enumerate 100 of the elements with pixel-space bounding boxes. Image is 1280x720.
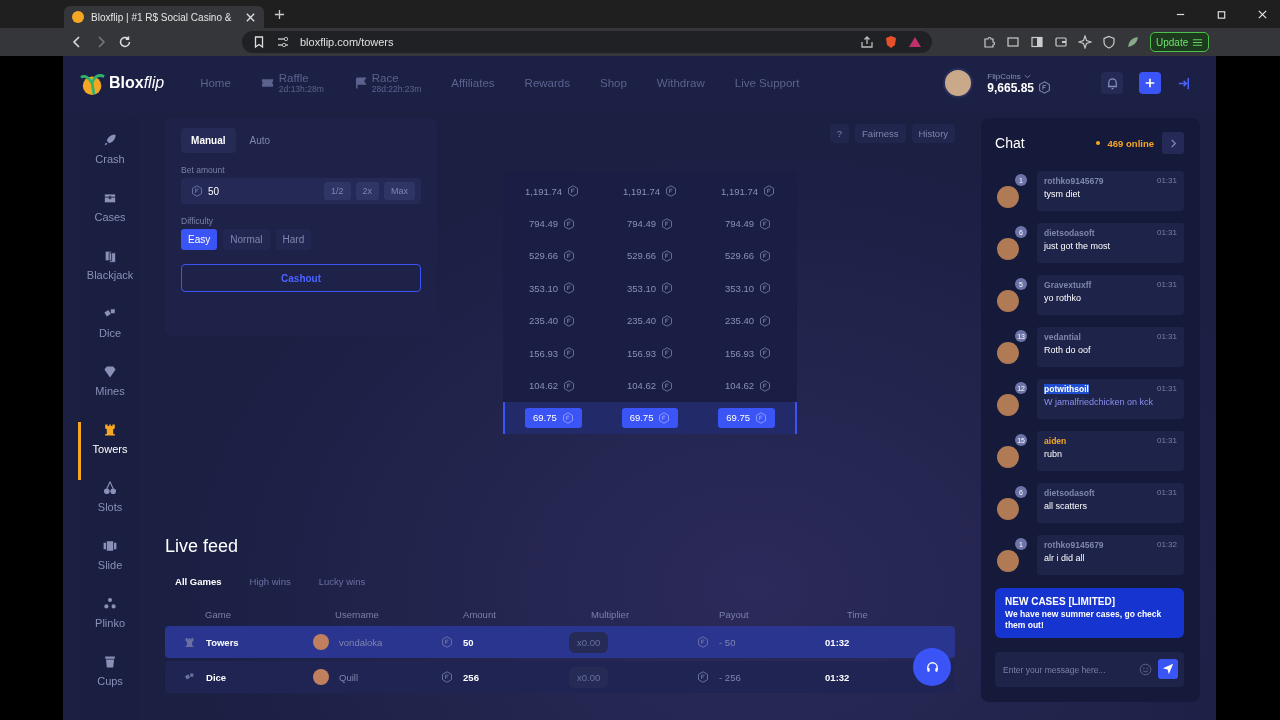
banner-title: NEW CASES [LIMITED] (1005, 596, 1117, 607)
tower-tile[interactable]: 156.93 (521, 343, 584, 364)
banner-text: We have new summer cases, go check them out! (1005, 609, 1163, 631)
sidebar-item[interactable]: Mines (78, 364, 140, 422)
table-cell: - 256 (719, 671, 741, 683)
chat-title: Chat (995, 135, 1025, 151)
feed-tab[interactable]: High wins (239, 571, 301, 592)
tower-tile[interactable]: 69.75 (718, 407, 776, 428)
announcement-banner[interactable]: NEW CASES [LIMITED] We have new summer cases, go check them out! (995, 588, 1184, 639)
sidebar-item[interactable]: Plinko (78, 596, 140, 654)
message-time: 01:31 (1156, 280, 1177, 290)
url-text: bloxflip.com/towers (300, 36, 394, 48)
difficulty-label: Difficulty (181, 216, 214, 226)
feed-row[interactable]: Dice Quill 256 x0.00 - 256 01:32 (165, 661, 956, 693)
tower-tile[interactable]: 794.49 (521, 213, 584, 234)
tower-tile[interactable]: 1,191.74 (615, 181, 686, 202)
section-title: Live feed (165, 536, 240, 557)
nav-link[interactable]: Shop (600, 76, 627, 90)
feed-tab[interactable]: Lucky wins (308, 571, 376, 592)
username[interactable]: vedantial (1044, 332, 1081, 342)
message-field[interactable]: Enter your message here... (995, 652, 1184, 688)
tower-tile[interactable]: 353.10 (521, 278, 584, 299)
feed-row[interactable]: Towers vondaloka 50 x0.00 - 50 01:32 (165, 626, 956, 658)
username[interactable]: dietsodasoft (1044, 228, 1095, 238)
sidebar-item[interactable]: Cups (78, 654, 140, 712)
tower-tile[interactable]: 156.93 (717, 343, 780, 364)
sidebar-item[interactable]: Slots (78, 480, 140, 538)
game-option-button[interactable]: ? (829, 124, 850, 143)
feed-tab[interactable]: All Games (165, 571, 232, 592)
message-time: 01:31 (1156, 488, 1177, 498)
difficulty-option[interactable]: Easy (181, 229, 218, 250)
mode-tab[interactable]: Auto (239, 128, 281, 153)
cashout-button[interactable]: Cashout (181, 264, 422, 292)
sidebar-item[interactable]: Crash (78, 132, 140, 190)
table-cell: 256 (463, 671, 479, 683)
browser-tab[interactable]: Bloxflip | #1 R$ Social Casino & (64, 6, 264, 28)
tower-tile[interactable]: 235.40 (521, 310, 584, 331)
message-text: rubn (1044, 449, 1064, 459)
tower-tile[interactable]: 529.66 (521, 245, 584, 266)
message-time: 01:31 (1156, 176, 1177, 186)
column-header: Username (334, 608, 380, 620)
tower-tile[interactable]: 529.66 (717, 245, 780, 266)
tower-tile[interactable]: 235.40 (717, 310, 780, 331)
username[interactable]: Gravextuxff (1044, 280, 1092, 290)
username[interactable]: rothko9145679 (1044, 540, 1104, 550)
quick-bet-button[interactable]: 2x (355, 182, 380, 200)
tower-tile[interactable]: 156.93 (619, 343, 682, 364)
username[interactable]: rothko9145679 (1044, 176, 1104, 186)
message-text: W jamalfriedchicken on kck (1044, 397, 1155, 407)
difficulty-option[interactable]: Hard (275, 229, 312, 250)
tower-tile[interactable]: 235.40 (619, 310, 682, 331)
tower-tile[interactable]: 104.62 (619, 375, 682, 396)
sidebar-item[interactable]: Towers (78, 422, 140, 480)
bet-amount-field[interactable]: 50 1/2 2x Max (181, 178, 422, 204)
tower-tile[interactable]: 794.49 (619, 213, 682, 234)
update-button[interactable]: Update (1150, 32, 1210, 52)
quick-bet-button[interactable]: 1/2 (324, 182, 351, 200)
logo-text[interactable]: Bloxflip (109, 74, 165, 92)
difficulty-option[interactable]: Normal (223, 229, 270, 250)
username[interactable]: potwithsoil (1044, 384, 1089, 394)
table-cell: 01:32 (825, 636, 850, 648)
username[interactable]: dietsodasoft (1044, 488, 1095, 498)
username[interactable]: aiden (1044, 436, 1067, 446)
quick-bet-button[interactable]: Max (384, 182, 416, 200)
multiplier-pill: x0.00 (569, 631, 609, 653)
tower-tile[interactable]: 69.75 (621, 407, 679, 428)
tower-tile[interactable]: 104.62 (521, 375, 584, 396)
nav-link[interactable]: Raffle 2d:13h:28m (260, 72, 324, 94)
table-cell: 01:32 (825, 671, 850, 683)
table-cell: Quill (339, 671, 359, 683)
message-time: 01:31 (1156, 228, 1177, 238)
bet-amount-label: Bet amount (181, 165, 225, 175)
table-cell: Towers (206, 636, 239, 648)
sidebar-item[interactable]: Dice (78, 306, 140, 364)
sidebar-item[interactable]: Slide (78, 538, 140, 596)
column-header: Payout (718, 608, 750, 620)
game-option-button[interactable]: Fairness (855, 124, 906, 143)
message-text: alr i did all (1044, 553, 1086, 563)
message-time: 01:32 (1156, 540, 1177, 550)
column-header: Multiplier (590, 608, 631, 620)
address-field[interactable]: bloxflip.com/towers (242, 31, 932, 53)
nav-link[interactable]: Live Support (734, 76, 800, 90)
online-count: 469 online (1107, 137, 1154, 149)
tower-tile[interactable]: 794.49 (717, 213, 780, 234)
game-option-button[interactable]: History (911, 124, 956, 143)
message-text: all scatters (1044, 501, 1089, 511)
tower-tile[interactable]: 529.66 (619, 245, 682, 266)
message-time: 01:31 (1156, 436, 1177, 446)
tower-tile[interactable]: 69.75 (525, 407, 582, 428)
mode-tab[interactable]: Manual (181, 128, 236, 153)
nav-link[interactable]: Withdraw (656, 76, 705, 90)
tower-tile[interactable]: 1,191.74 (713, 181, 784, 202)
nav-link[interactable]: Race 28d:22h:23m (353, 72, 422, 94)
tower-tile[interactable]: 104.62 (717, 375, 780, 396)
tower-tile[interactable]: 1,191.74 (517, 181, 588, 202)
message-text: tysm diet (1044, 189, 1082, 199)
tower-tile[interactable]: 353.10 (619, 278, 682, 299)
tower-tile[interactable]: 353.10 (717, 278, 780, 299)
sidebar-item[interactable]: Blackjack (78, 248, 140, 306)
sidebar-item[interactable]: Cases (78, 190, 140, 248)
